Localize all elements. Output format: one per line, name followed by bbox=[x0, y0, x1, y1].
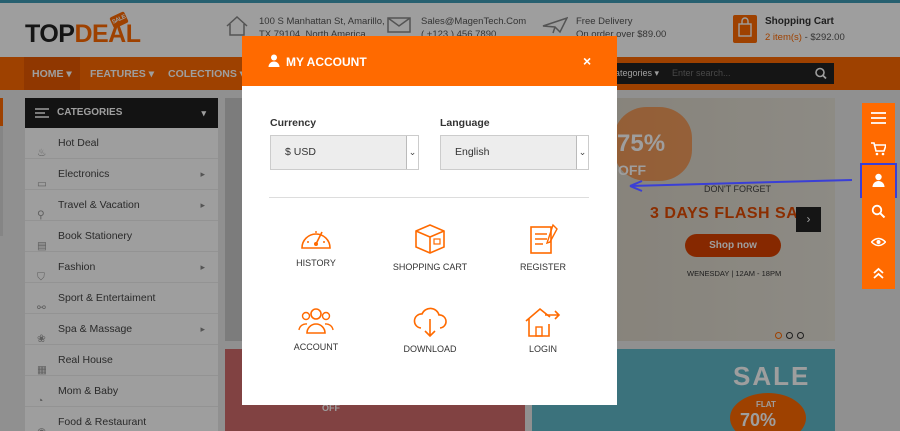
menu-icon bbox=[871, 112, 886, 124]
shopping-cart-label: SHOPPING CART bbox=[392, 262, 468, 272]
login-label: LOGIN bbox=[528, 344, 557, 354]
toolbar-search-button[interactable] bbox=[862, 196, 895, 227]
my-account-modal: MY ACCOUNT × Currency $ USD ⌄ Language E… bbox=[242, 36, 617, 405]
gauge-icon bbox=[301, 231, 331, 249]
register-label: REGISTER bbox=[519, 262, 566, 272]
language-value: English bbox=[455, 146, 490, 158]
download-label: DOWNLOAD bbox=[403, 344, 457, 354]
currency-select[interactable]: $ USD ⌄ bbox=[270, 135, 419, 170]
users-group-icon bbox=[298, 308, 334, 334]
chevron-down-icon: ⌄ bbox=[576, 136, 588, 169]
user-icon bbox=[268, 54, 280, 67]
box-icon bbox=[415, 224, 445, 254]
currency-value: $ USD bbox=[285, 146, 316, 158]
modal-header: MY ACCOUNT × bbox=[242, 36, 617, 86]
history-label: HISTORY bbox=[296, 258, 336, 268]
user-icon bbox=[872, 173, 885, 187]
cloud-download-icon bbox=[413, 307, 447, 338]
modal-title: MY ACCOUNT bbox=[286, 55, 367, 69]
login-tile[interactable]: LOGIN bbox=[521, 306, 565, 354]
toolbar-top-button[interactable] bbox=[862, 258, 895, 289]
currency-label: Currency bbox=[270, 117, 317, 129]
search-icon bbox=[871, 204, 886, 218]
register-form-icon bbox=[530, 223, 558, 254]
chevron-up-icon bbox=[873, 267, 884, 279]
modal-close-button[interactable]: × bbox=[583, 53, 591, 69]
toolbar-account-button[interactable] bbox=[860, 163, 897, 198]
home-login-icon bbox=[525, 307, 561, 337]
toolbar-view-button[interactable] bbox=[862, 227, 895, 258]
toolbar-menu-button[interactable] bbox=[862, 103, 895, 134]
toolbar-cart-button[interactable] bbox=[862, 134, 895, 165]
chevron-down-icon: ⌄ bbox=[406, 136, 418, 169]
modal-divider bbox=[269, 197, 589, 198]
language-select[interactable]: English ⌄ bbox=[440, 135, 589, 170]
cart-icon bbox=[871, 142, 886, 156]
eye-icon bbox=[871, 237, 886, 247]
download-tile[interactable]: DOWNLOAD bbox=[398, 306, 462, 354]
register-tile[interactable]: REGISTER bbox=[513, 222, 573, 272]
account-label: ACCOUNT bbox=[293, 342, 339, 352]
language-label: Language bbox=[440, 117, 490, 129]
history-tile[interactable]: HISTORY bbox=[288, 222, 344, 268]
account-tile[interactable]: ACCOUNT bbox=[288, 304, 344, 352]
shopping-cart-tile[interactable]: SHOPPING CART bbox=[392, 222, 468, 272]
